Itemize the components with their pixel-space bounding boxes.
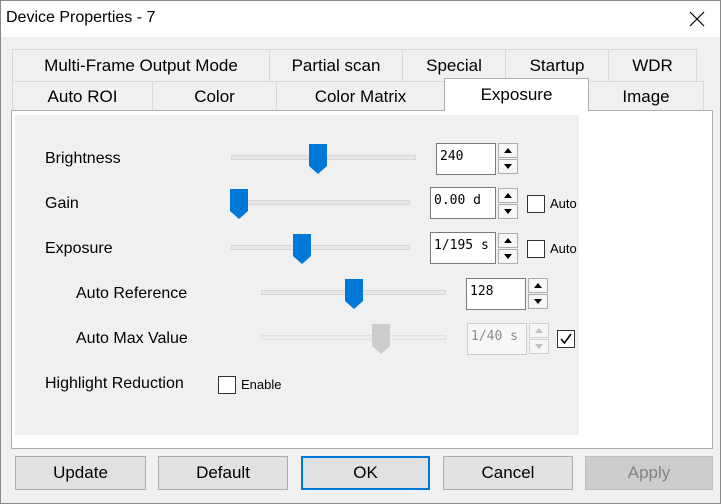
default-button[interactable]: Default	[158, 456, 288, 490]
update-button[interactable]: Update	[15, 456, 146, 490]
gain-auto-checkbox[interactable]	[527, 195, 545, 213]
arrow-up-icon	[504, 193, 512, 198]
arrow-up-icon	[504, 238, 512, 243]
window-title: Device Properties - 7	[6, 9, 156, 26]
tab-auto-roi[interactable]: Auto ROI	[12, 81, 153, 111]
gain-spin-down[interactable]	[498, 204, 518, 219]
arrow-up-icon	[535, 328, 543, 333]
auto-reference-slider-thumb[interactable]	[345, 279, 363, 309]
brightness-value-field[interactable]: 240	[436, 143, 496, 175]
arrow-down-icon	[504, 164, 512, 169]
tab-color-matrix[interactable]: Color Matrix	[276, 81, 445, 111]
brightness-spin-down[interactable]	[498, 159, 518, 174]
auto-reference-spin-down[interactable]	[528, 294, 548, 309]
apply-button[interactable]: Apply	[585, 456, 713, 490]
tab-image[interactable]: Image	[588, 81, 704, 111]
exposure-auto-checkbox[interactable]	[527, 240, 545, 258]
highlight-reduction-checkbox[interactable]	[218, 376, 236, 394]
auto-reference-spin-up[interactable]	[528, 278, 548, 293]
gain-spinner[interactable]	[498, 188, 518, 220]
gain-slider-track[interactable]	[231, 200, 410, 205]
auto-max-value-slider-thumb[interactable]	[372, 324, 390, 354]
close-icon	[689, 11, 705, 27]
gain-value-field[interactable]: 0.00 d	[430, 187, 496, 219]
device-properties-window: Device Properties - 7 Multi-Frame Output…	[0, 0, 721, 504]
arrow-down-icon	[504, 209, 512, 214]
brightness-spin-up[interactable]	[498, 143, 518, 158]
exposure-value-field[interactable]: 1/195 s	[430, 232, 496, 264]
gain-label: Gain	[45, 195, 79, 212]
gain-slider-thumb[interactable]	[230, 189, 248, 219]
tab-multi-frame-output-mode[interactable]: Multi-Frame Output Mode	[12, 49, 270, 82]
auto-max-value-label: Auto Max Value	[76, 330, 188, 347]
auto-max-value-spin-up[interactable]	[529, 323, 549, 338]
exposure-label: Exposure	[45, 240, 113, 257]
tab-exposure[interactable]: Exposure	[444, 78, 589, 111]
highlight-reduction-enable-label: Enable	[241, 377, 282, 392]
brightness-slider-thumb[interactable]	[309, 144, 327, 174]
title-bar: Device Properties - 7	[1, 1, 720, 37]
auto-max-value-spin-down[interactable]	[529, 339, 549, 354]
arrow-down-icon	[535, 344, 543, 349]
exposure-spinner[interactable]	[498, 233, 518, 265]
tab-color[interactable]: Color	[152, 81, 277, 111]
cancel-button[interactable]: Cancel	[443, 456, 573, 490]
auto-max-value-field[interactable]: 1/40 s	[467, 323, 527, 355]
tab-partial-scan[interactable]: Partial scan	[269, 49, 403, 82]
arrow-down-icon	[504, 254, 512, 259]
exposure-auto-label: Auto	[550, 241, 577, 256]
ok-button[interactable]: OK	[301, 456, 430, 490]
auto-max-value-slider-track[interactable]	[261, 335, 446, 340]
exposure-spin-up[interactable]	[498, 233, 518, 248]
checkmark-icon	[560, 333, 572, 345]
close-button[interactable]	[682, 5, 712, 33]
highlight-reduction-label: Highlight Reduction	[45, 375, 184, 392]
gain-auto-label: Auto	[550, 196, 577, 211]
brightness-spinner[interactable]	[498, 143, 518, 175]
auto-reference-value-field[interactable]: 128	[466, 278, 526, 310]
auto-reference-label: Auto Reference	[76, 285, 188, 302]
auto-reference-spinner[interactable]	[528, 278, 548, 310]
auto-max-value-checkbox[interactable]	[557, 330, 575, 348]
arrow-up-icon	[534, 283, 542, 288]
gain-spin-up[interactable]	[498, 188, 518, 203]
arrow-down-icon	[534, 299, 542, 304]
exposure-slider-track[interactable]	[231, 245, 410, 250]
brightness-label: Brightness	[45, 150, 121, 167]
tab-wdr[interactable]: WDR	[608, 49, 697, 82]
arrow-up-icon	[504, 148, 512, 153]
exposure-slider-thumb[interactable]	[293, 234, 311, 264]
exposure-spin-down[interactable]	[498, 249, 518, 264]
auto-max-value-spinner[interactable]	[529, 323, 549, 355]
